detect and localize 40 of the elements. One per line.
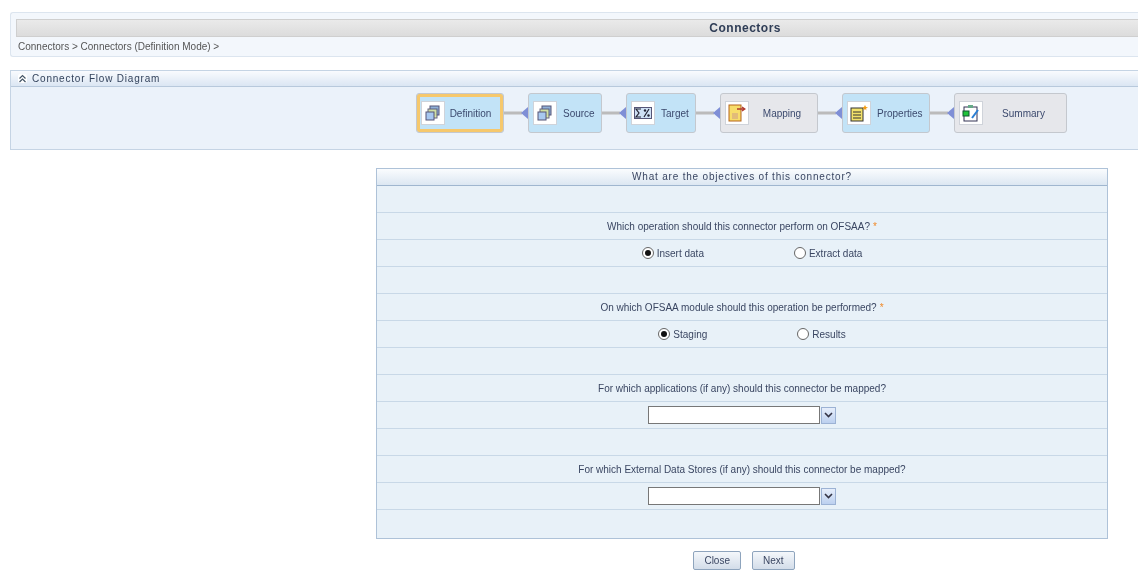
form-title: What are the objectives of this connector? — [377, 169, 1107, 186]
dropdown-field[interactable] — [648, 487, 836, 505]
flow-step[interactable]: Target — [626, 93, 696, 133]
radio-option[interactable]: Insert data — [641, 247, 704, 259]
form-button[interactable]: Close — [693, 551, 741, 570]
flow-step[interactable]: Source — [528, 93, 602, 133]
notepad-star-icon — [850, 104, 868, 122]
question-label: For which applications (if any) should this connector be mapped? — [598, 382, 886, 394]
radio-option[interactable]: Results — [797, 328, 846, 340]
connector-arrow — [602, 107, 626, 119]
dropdown-field[interactable] — [648, 406, 836, 424]
page-title: Connectors — [709, 21, 781, 35]
sigma-percent-icon — [634, 107, 652, 119]
breadcrumb: Connectors > Connectors (Definition Mode) > — [17, 41, 221, 52]
radio-option[interactable]: Extract data — [793, 247, 863, 259]
connector-arrow — [930, 107, 954, 119]
connector-arrow — [818, 107, 842, 119]
flow-step[interactable]: Summary — [954, 93, 1067, 133]
document-arrow-icon — [728, 104, 746, 122]
collapse-icon[interactable] — [18, 74, 27, 83]
clipboard-pen-icon — [962, 104, 980, 122]
flow-step[interactable]: Properties — [842, 93, 930, 133]
question-label: Which operation should this connector perform on OFSAA? — [607, 220, 870, 232]
cubes-icon — [425, 105, 441, 121]
required-mark: * — [873, 220, 877, 232]
flow-title: Connector Flow Diagram — [32, 73, 161, 84]
radio-button[interactable] — [793, 247, 806, 259]
radio-button[interactable] — [658, 328, 671, 340]
form-button[interactable]: Next — [752, 551, 795, 570]
connector-arrow — [504, 107, 528, 119]
flow-step[interactable]: Mapping — [720, 93, 818, 133]
connector-arrow — [696, 107, 720, 119]
cubes-icon — [537, 105, 553, 121]
question-label: On which OFSAA module should this operation be performed? — [600, 301, 877, 313]
required-mark: * — [879, 301, 884, 313]
question-label: For which External Data Stores (if any) should this connector be mapped? — [578, 463, 906, 475]
radio-button[interactable] — [797, 328, 810, 340]
radio-button[interactable] — [641, 247, 654, 259]
flow-step[interactable]: Definition — [416, 93, 504, 133]
radio-option[interactable]: Staging — [658, 328, 708, 340]
